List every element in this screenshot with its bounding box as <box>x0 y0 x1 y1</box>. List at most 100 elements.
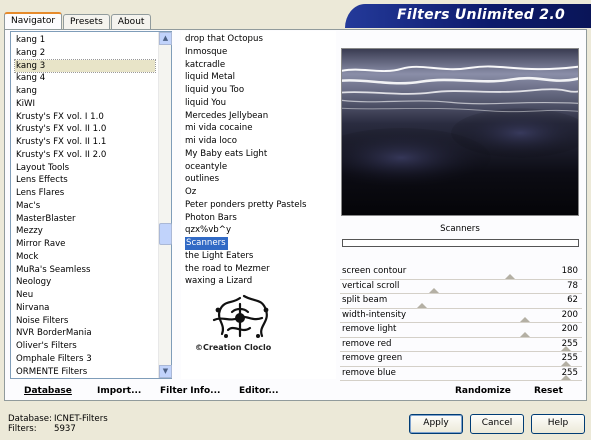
slider-value: 200 <box>561 309 578 320</box>
slider-row[interactable]: remove red 255 <box>340 338 582 352</box>
filters-unlimited-window: Filters Unlimited 2.0 Navigator Presets … <box>0 0 591 440</box>
filter-item[interactable]: oceantyle <box>184 161 334 174</box>
category-item[interactable]: Mezzy <box>15 225 155 238</box>
slider-thumb[interactable] <box>519 317 530 322</box>
scroll-thumb[interactable] <box>159 223 172 245</box>
database-label: Database <box>24 386 72 396</box>
slider-label: remove blue <box>342 367 396 378</box>
filter-item[interactable]: mi vida loco <box>184 135 334 148</box>
category-item[interactable]: Nirvana <box>15 302 155 315</box>
slider-value: 62 <box>567 295 578 305</box>
filter-item[interactable]: outlines <box>184 173 334 186</box>
category-item[interactable]: Omphale Filters 3 <box>15 353 155 366</box>
reset-label: Reset <box>534 386 563 396</box>
slider-row[interactable]: width-intensity 200 <box>340 309 582 323</box>
slider-row[interactable]: remove green 255 <box>340 352 582 367</box>
help-button[interactable]: Help <box>531 414 585 434</box>
filter-item[interactable]: Mercedes Jellybean <box>184 110 334 123</box>
slider-value: 255 <box>561 353 578 363</box>
slider-label: remove green <box>342 353 403 363</box>
filter-item[interactable]: Peter ponders pretty Pastels <box>184 199 334 212</box>
filter-item[interactable]: waxing a Lizard <box>184 275 334 288</box>
category-item[interactable]: Krusty's FX vol. I 1.0 <box>15 111 155 124</box>
slider-thumb[interactable] <box>417 302 428 308</box>
tab-about[interactable]: About <box>110 14 152 30</box>
filter-item[interactable]: Photon Bars <box>184 212 334 225</box>
filter-item[interactable]: liquid Metal <box>184 71 334 84</box>
tab-navigator[interactable]: Navigator <box>4 12 63 30</box>
filter-item[interactable]: the road to Mezmer <box>184 263 334 276</box>
filter-item[interactable]: liquid You <box>184 97 334 110</box>
preview-filter-name: Scanners <box>440 224 480 234</box>
slider-row[interactable]: screen contour 180 <box>340 265 582 280</box>
slider-row[interactable]: split beam 62 <box>340 294 582 309</box>
tab-bar: Navigator Presets About <box>4 12 152 30</box>
import-link[interactable]: Import... <box>97 386 141 396</box>
reset-button[interactable]: Reset <box>534 386 563 396</box>
category-item[interactable]: NVR BorderMania <box>15 327 155 340</box>
category-item[interactable]: kang 3 <box>14 58 156 74</box>
category-item[interactable]: Krusty's FX vol. II 1.0 <box>15 123 155 136</box>
category-item[interactable]: Noise Filters <box>15 315 155 328</box>
category-item[interactable]: Mock <box>15 251 155 264</box>
category-scrollbar[interactable]: ▲ ▼ <box>158 32 172 378</box>
category-item[interactable]: Krusty's FX vol. II 2.0 <box>15 149 155 162</box>
progress-bar <box>342 239 579 247</box>
filter-item[interactable]: Scanners <box>184 237 334 250</box>
editor-link[interactable]: Editor... <box>239 386 279 396</box>
category-item[interactable]: Mirror Rave <box>15 238 155 251</box>
filter-item[interactable]: qzx%vb^y <box>184 224 334 237</box>
apply-button[interactable]: Apply <box>409 414 463 434</box>
filter-item[interactable]: Inmosque <box>184 46 334 59</box>
scroll-up-arrow-icon[interactable]: ▲ <box>159 32 172 45</box>
filter-item[interactable]: drop that Octopus <box>184 33 334 46</box>
slider-row[interactable]: vertical scroll 78 <box>340 280 582 294</box>
parameter-sliders: screen contour 180 vertical scroll 78 split … <box>340 265 582 381</box>
selected-filter-label: Scanners <box>185 237 228 250</box>
category-list[interactable]: kang 1 kang 2 kang 3 kang 4 kang KiWI Krusty's… <box>10 31 172 379</box>
category-item[interactable]: Neu <box>15 289 155 302</box>
filter-item[interactable]: katcradle <box>184 59 334 72</box>
slider-label: screen contour <box>342 266 407 276</box>
category-item[interactable]: Oliver's Filters <box>15 340 155 353</box>
category-item[interactable]: kang 4 <box>15 72 155 85</box>
category-item[interactable]: kang <box>15 85 155 98</box>
filter-item[interactable]: Oz <box>184 186 334 199</box>
editor-label: Editor... <box>239 386 279 396</box>
category-item[interactable]: ORMENTE Filters <box>15 366 155 379</box>
category-item[interactable]: MasterBlaster <box>15 213 155 226</box>
status-area: Database: ICNET-Filters Filters: 5937 <box>8 414 108 434</box>
filter-info-link[interactable]: Filter Info... <box>160 386 220 396</box>
database-link[interactable]: Database <box>24 386 72 396</box>
slider-thumb[interactable] <box>429 288 440 293</box>
randomize-button[interactable]: Randomize <box>455 386 511 396</box>
category-item[interactable]: kang 2 <box>15 47 155 60</box>
filter-item[interactable]: liquid you Too <box>184 84 334 97</box>
category-item[interactable]: Mac's <box>15 200 155 213</box>
slider-thumb[interactable] <box>519 331 530 337</box>
category-item[interactable]: Layout Tools <box>15 162 155 175</box>
title-banner: Filters Unlimited 2.0 <box>345 4 591 28</box>
category-item[interactable]: Lens Flares <box>15 187 155 200</box>
slider-row[interactable]: remove blue 255 <box>340 367 582 381</box>
cancel-button[interactable]: Cancel <box>470 414 524 434</box>
category-item[interactable]: kang 1 <box>15 34 155 47</box>
slider-row[interactable]: remove light 200 <box>340 323 582 338</box>
slider-label: width-intensity <box>342 309 407 320</box>
filter-item[interactable]: My Baby eats Light <box>184 148 334 161</box>
category-item[interactable]: Lens Effects <box>15 174 155 187</box>
filter-item[interactable]: mi vida cocaine <box>184 122 334 135</box>
scroll-down-arrow-icon[interactable]: ▼ <box>159 365 172 378</box>
filter-info-label: Filter Info... <box>160 386 221 396</box>
slider-value: 255 <box>561 367 578 378</box>
slider-label: remove light <box>342 324 397 334</box>
database-key: Database: <box>8 414 52 424</box>
import-label: Import... <box>97 386 142 396</box>
slider-thumb[interactable] <box>505 273 516 279</box>
category-item[interactable]: Neology <box>15 276 155 289</box>
filter-item[interactable]: the Light Eaters <box>184 250 334 263</box>
category-item[interactable]: KiWI <box>15 98 155 111</box>
category-item[interactable]: Krusty's FX vol. II 1.1 <box>15 136 155 149</box>
category-item[interactable]: MuRa's Seamless <box>15 264 155 277</box>
tab-presets[interactable]: Presets <box>63 14 110 30</box>
